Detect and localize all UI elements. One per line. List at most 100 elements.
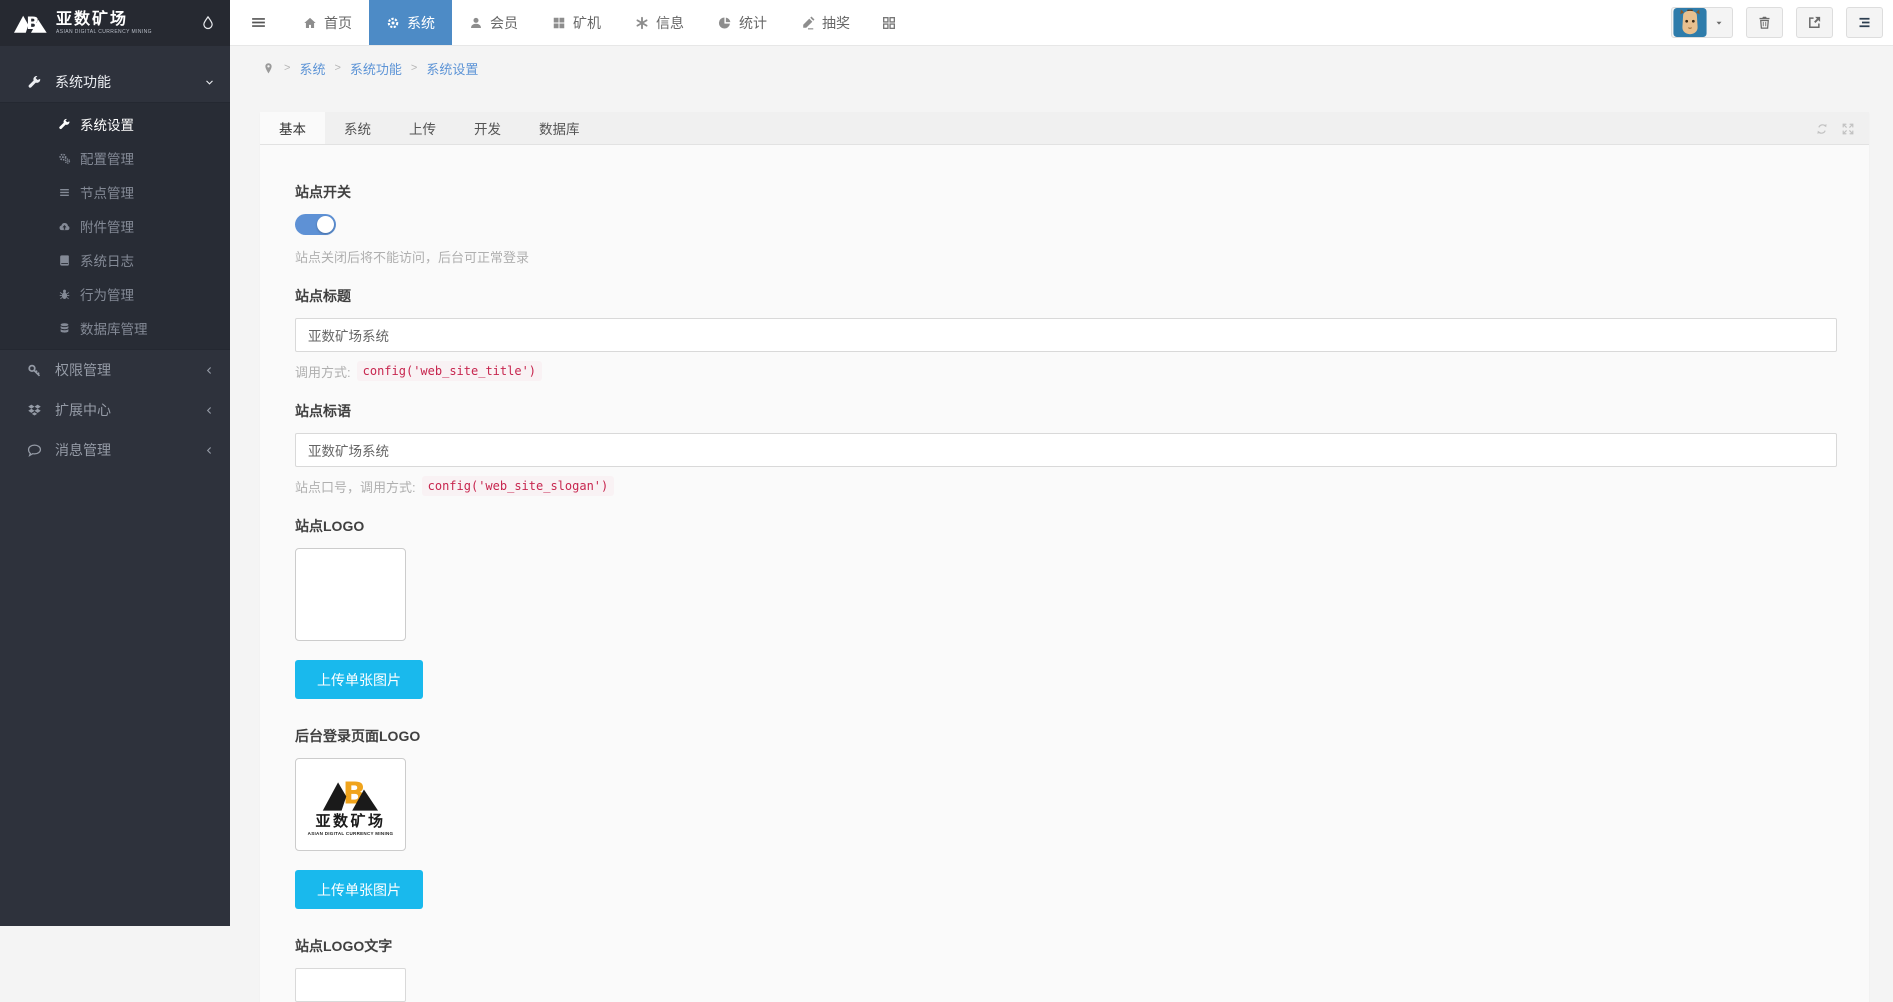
nav-tab-label: 会员 (490, 13, 518, 33)
external-link-icon (1807, 15, 1822, 30)
pencil-icon (801, 16, 815, 30)
panel-tools (1815, 112, 1855, 145)
home-icon (303, 16, 317, 30)
breadcrumb-link-system-functions[interactable]: 系统功能 (350, 59, 402, 78)
nav-tab-members[interactable]: 会员 (452, 0, 535, 45)
nav-tab-information[interactable]: 信息 (618, 0, 701, 45)
admin-login-logo-preview[interactable]: B 亚数矿场 ASIAN DIGITAL CURRENCY MINING (295, 758, 406, 851)
dropbox-icon (27, 403, 42, 418)
nav-tab-statistics[interactable]: 统计 (701, 0, 784, 45)
clear-cache-button[interactable] (1746, 7, 1783, 38)
site-title-input[interactable] (295, 318, 1837, 352)
open-frontend-button[interactable] (1796, 7, 1833, 38)
user-avatar-dropdown[interactable] (1671, 7, 1733, 38)
sidebar-logo-bar[interactable]: B 亚数矿场 ASIAN DIGITAL CURRENCY MINING (0, 0, 230, 46)
brand-logo-icon: B (14, 11, 48, 35)
tab-system[interactable]: 系统 (325, 112, 390, 144)
site-title-hint: 调用方式: config('web_site_title') (295, 361, 1837, 381)
admin-login-logo-label: 后台登录页面LOGO (295, 726, 1837, 746)
top-navbar: 首页 系统 会员 矿机 信息 统计 抽奖 (230, 0, 1893, 46)
apps-grid-button[interactable] (867, 0, 911, 45)
breadcrumb-link-system[interactable]: 系统 (299, 59, 325, 78)
sidebar: B 亚数矿场 ASIAN DIGITAL CURRENCY MINING 系统功… (0, 0, 230, 926)
site-logo-text-label: 站点LOGO文字 (295, 936, 1837, 956)
trash-icon (1757, 15, 1772, 30)
field-site-logo: 站点LOGO 上传单张图片 (295, 516, 1837, 713)
fullscreen-icon[interactable] (1841, 122, 1855, 136)
breadcrumb: > 系统 > 系统功能 > 系统设置 (230, 46, 1893, 90)
brand-text: 亚数矿场 ASIAN DIGITAL CURRENCY MINING (56, 12, 152, 35)
sidebar-menu: 系统功能 系统设置 配置管理 节点管理 附件管理 系统日志 (0, 46, 230, 470)
site-logo-label: 站点LOGO (295, 516, 1837, 536)
caret-down-icon (1714, 18, 1724, 28)
sidebar-item-behavior-management[interactable]: 行为管理 (0, 277, 230, 311)
sidebar-item-label: 系统日志 (80, 250, 134, 270)
tab-upload[interactable]: 上传 (390, 112, 455, 144)
nav-tab-miners[interactable]: 矿机 (535, 0, 618, 45)
database-icon (57, 322, 71, 335)
cloud-upload-icon (57, 220, 71, 233)
sidebar-item-database-management[interactable]: 数据库管理 (0, 311, 230, 345)
tab-basic[interactable]: 基本 (260, 112, 325, 144)
site-slogan-input[interactable] (295, 433, 1837, 467)
field-site-title: 站点标题 调用方式: config('web_site_title') (295, 286, 1837, 381)
tab-database[interactable]: 数据库 (520, 112, 599, 144)
sidebar-item-system-functions[interactable]: 系统功能 (0, 62, 230, 102)
sidebar-item-label: 节点管理 (80, 182, 134, 202)
site-logo-upload-button[interactable]: 上传单张图片 (295, 660, 423, 699)
asterisk-icon (635, 16, 649, 30)
config-code: config('web_site_title') (357, 361, 542, 381)
field-site-logo-text: 站点LOGO文字 (295, 936, 1837, 1002)
hamburger-icon (250, 14, 267, 31)
sidebar-item-label: 附件管理 (80, 216, 134, 236)
sidebar-toggle-button[interactable] (230, 0, 286, 45)
sidebar-item-label: 系统设置 (80, 114, 134, 134)
nav-tab-label: 信息 (656, 13, 684, 33)
sidebar-item-message-management[interactable]: 消息管理 (0, 430, 230, 470)
nav-tab-label: 矿机 (573, 13, 601, 33)
brand-subtitle: ASIAN DIGITAL CURRENCY MINING (308, 831, 394, 836)
th-large-icon (552, 16, 566, 30)
nav-tab-system[interactable]: 系统 (369, 0, 452, 45)
site-switch-hint: 站点关闭后将不能访问，后台可正常登录 (295, 247, 1837, 266)
site-switch-toggle[interactable] (295, 214, 336, 235)
nav-tab-home[interactable]: 首页 (286, 0, 369, 45)
chevron-down-icon (204, 77, 215, 88)
site-slogan-label: 站点标语 (295, 401, 1837, 421)
site-title-label: 站点标题 (295, 286, 1837, 306)
sidebar-item-config-management[interactable]: 配置管理 (0, 141, 230, 175)
sidebar-item-system-logs[interactable]: 系统日志 (0, 243, 230, 277)
sidebar-item-attachment-management[interactable]: 附件管理 (0, 209, 230, 243)
map-marker-icon (262, 62, 275, 75)
nav-tab-label: 首页 (324, 13, 352, 33)
field-site-switch: 站点开关 站点关闭后将不能访问，后台可正常登录 (295, 182, 1837, 266)
sidebar-item-extension-center[interactable]: 扩展中心 (0, 390, 230, 430)
comment-icon (27, 443, 42, 458)
settings-tabs: 基本 系统 上传 开发 数据库 (260, 112, 1869, 145)
breadcrumb-link-system-settings[interactable]: 系统设置 (426, 59, 478, 78)
sidebar-item-label: 消息管理 (55, 440, 111, 460)
toggle-topbar-button[interactable] (1846, 7, 1883, 38)
sidebar-item-label: 数据库管理 (80, 318, 148, 338)
sidebar-item-node-management[interactable]: 节点管理 (0, 175, 230, 209)
grid-icon (881, 15, 897, 31)
list-icon (57, 186, 71, 199)
breadcrumb-separator: > (411, 62, 417, 74)
gear-icon (386, 16, 400, 30)
bug-icon (57, 288, 71, 301)
site-switch-label: 站点开关 (295, 182, 1837, 202)
avatar (1672, 8, 1708, 37)
brand-logo-icon: B (315, 773, 387, 813)
nav-tab-label: 统计 (739, 13, 767, 33)
sidebar-item-system-settings[interactable]: 系统设置 (0, 107, 230, 141)
tab-develop[interactable]: 开发 (455, 112, 520, 144)
admin-login-logo-upload-button[interactable]: 上传单张图片 (295, 870, 423, 909)
chevron-left-icon (204, 445, 215, 456)
site-logo-preview[interactable] (295, 548, 406, 641)
nav-tab-lottery[interactable]: 抽奖 (784, 0, 867, 45)
refresh-icon[interactable] (1815, 122, 1829, 136)
drop-icon[interactable] (200, 15, 216, 31)
sidebar-item-permission-management[interactable]: 权限管理 (0, 350, 230, 390)
list-alt-icon (1857, 15, 1872, 30)
site-logo-text-input[interactable] (295, 968, 406, 1002)
